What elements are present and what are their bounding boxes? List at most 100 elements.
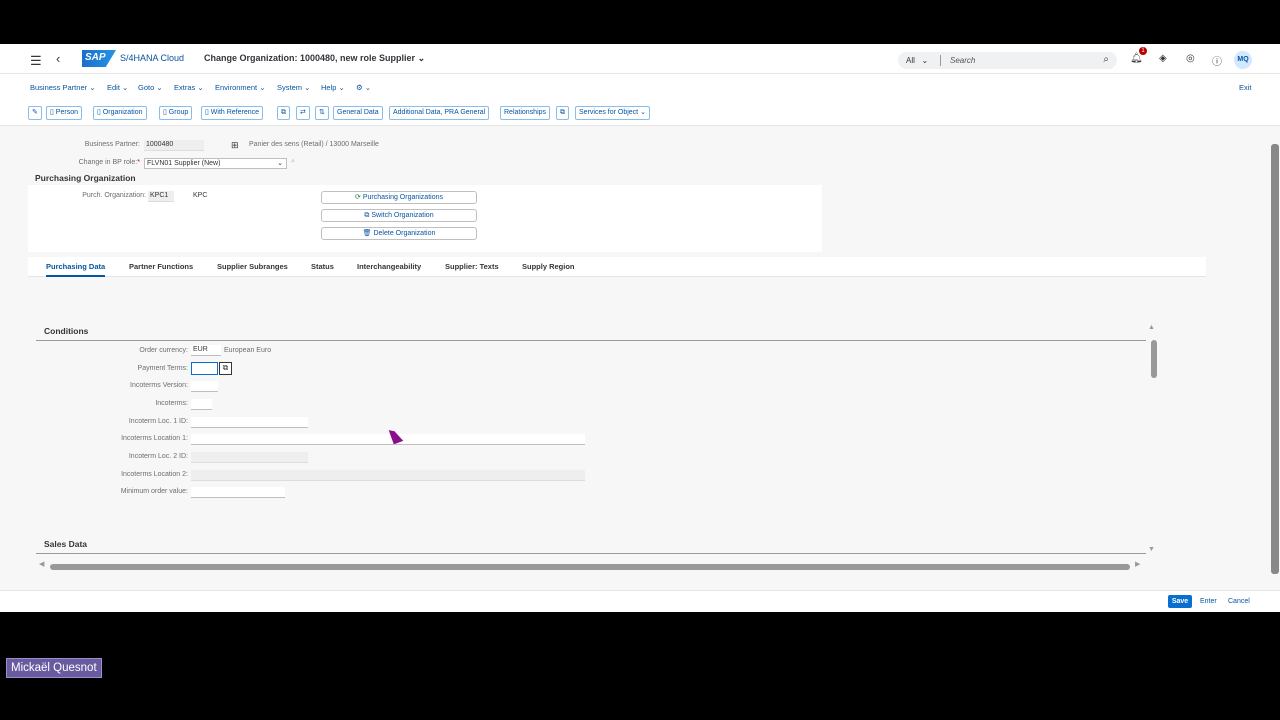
scroll-up-icon[interactable]: ▲: [1148, 324, 1155, 331]
purch-org-label: Purch. Organization:: [82, 192, 146, 199]
settings-gear-icon[interactable]: ⚙ ⌄: [356, 83, 371, 92]
purch-org-name: KPC: [193, 192, 208, 199]
inco-loc2-id-field: [191, 452, 308, 463]
tab-strip: Purchasing Data Partner Functions Suppli…: [28, 257, 1206, 277]
conditions-title: Conditions: [44, 326, 89, 336]
sales-data-title: Sales Data: [44, 539, 87, 549]
app-title[interactable]: Change Organization: 1000480, new role S…: [204, 53, 425, 64]
sap-logo[interactable]: SAP: [82, 50, 116, 67]
menu-help[interactable]: Help ⌄: [321, 83, 345, 92]
scroll-left-icon[interactable]: ◀: [39, 560, 44, 568]
lightbulb-icon[interactable]: ◈: [1159, 53, 1167, 64]
role-label: Change in BP role:*: [78, 159, 140, 166]
min-order-label: Minimum order value:: [120, 488, 188, 495]
create-group-button[interactable]: ▯ Group: [159, 106, 193, 120]
switch-view-icon[interactable]: ⇅: [315, 106, 329, 120]
enter-button[interactable]: Enter: [1200, 598, 1217, 605]
search-icon[interactable]: ⌕: [1103, 54, 1109, 65]
services-for-object-button[interactable]: Services for Object ⌄: [575, 106, 650, 120]
order-currency-desc: European Euro: [224, 347, 272, 354]
inco-loc1-label: Incoterms Location 1:: [121, 435, 188, 442]
bp-role-select[interactable]: FLVN01 Supplier (New) ⌄: [144, 158, 287, 169]
menu-edit[interactable]: Edit ⌄: [107, 83, 128, 92]
help-icon[interactable]: ⓘ: [1212, 53, 1222, 68]
avatar[interactable]: MQ: [1234, 51, 1252, 69]
back-icon[interactable]: ‹: [56, 51, 60, 66]
search-input[interactable]: Search: [950, 56, 975, 65]
create-person-button[interactable]: ▯ Person: [46, 106, 82, 120]
tab-supplier-subranges[interactable]: Supplier Subranges: [217, 262, 288, 271]
tab-partner-functions[interactable]: Partner Functions: [129, 262, 193, 271]
sap-gui-frame: ☰ ‹ SAP S/4HANA Cloud Change Organizatio…: [0, 44, 1280, 612]
footer-bar: Save Enter Cancel: [0, 590, 1280, 612]
org-type-icon: ⊞: [231, 140, 239, 150]
tab-purchasing-data[interactable]: Purchasing Data: [46, 262, 106, 277]
menu-icon[interactable]: ☰: [30, 53, 42, 69]
incoterms-label: Incoterms:: [155, 400, 188, 407]
presenter-name-label: Mickaël Quesnot: [6, 658, 102, 678]
application-toolbar: ✎ ▯ Person ▯ Organization ▯ Group ▯ With…: [0, 102, 1280, 126]
purchasing-organization-panel: Purchasing Organization Purch. Organizat…: [28, 171, 822, 252]
menu-environment[interactable]: Environment ⌄: [215, 83, 265, 92]
menu-business-partner[interactable]: Business Partner ⌄: [30, 83, 96, 92]
incoterms-version-field[interactable]: [191, 381, 218, 392]
inco-loc1-id-field[interactable]: [191, 417, 308, 428]
general-data-button[interactable]: General Data: [333, 106, 383, 120]
shell-bar: ☰ ‹ SAP S/4HANA Cloud Change Organizatio…: [0, 44, 1280, 74]
save-button[interactable]: Save: [1168, 595, 1192, 608]
switch-organization-button[interactable]: ⧉ Switch Organization: [321, 209, 477, 222]
conditions-section: Conditions Order currency: EUR European …: [36, 277, 1156, 519]
search-scope[interactable]: All ⌄: [906, 56, 928, 65]
panel-header: [28, 171, 822, 185]
delete-organization-button[interactable]: 🗑︎ Delete Organization: [321, 227, 477, 240]
tab-supplier-texts[interactable]: Supplier: Texts: [445, 262, 499, 271]
relationships-button[interactable]: Relationships: [500, 106, 551, 120]
inco-loc1-field[interactable]: [191, 434, 585, 445]
role-search-icon[interactable]: ⌕: [291, 158, 295, 166]
where-used-icon[interactable]: ⇄: [296, 106, 310, 120]
inco-loc2-field: [191, 470, 585, 481]
create-organization-button[interactable]: ▯ Organization: [93, 106, 147, 120]
incoterms-field[interactable]: [191, 399, 212, 410]
payment-terms-field[interactable]: [191, 362, 218, 375]
menu-bar: Business Partner ⌄ Edit ⌄ Goto ⌄ Extras …: [0, 74, 1280, 102]
conditions-divider: [36, 340, 1146, 341]
display-change-icon[interactable]: ✎: [28, 106, 42, 120]
section-vertical-scrollbar[interactable]: [1151, 340, 1157, 378]
bp-label: Business Partner:: [84, 141, 140, 148]
scroll-down-icon[interactable]: ▼: [1148, 546, 1155, 553]
menu-extras[interactable]: Extras ⌄: [174, 83, 204, 92]
product-name: S/4HANA Cloud: [120, 53, 185, 63]
with-reference-button[interactable]: ▯ With Reference: [201, 106, 264, 120]
min-order-field[interactable]: [191, 487, 285, 498]
exit-button[interactable]: Exit: [1239, 83, 1252, 92]
scroll-right-icon[interactable]: ▶: [1135, 560, 1140, 568]
tab-supply-region[interactable]: Supply Region: [522, 262, 575, 271]
sales-data-divider: [36, 553, 1146, 554]
purchasing-organizations-button[interactable]: ⟳ Purchasing Organizations: [321, 191, 477, 204]
copy-icon[interactable]: ⧉: [556, 106, 569, 120]
bp-number-field: 1000480: [144, 140, 204, 151]
page-vertical-scrollbar[interactable]: [1271, 144, 1279, 574]
purch-org-code: KPC1: [148, 191, 174, 202]
panel-title: Purchasing Organization: [35, 173, 136, 183]
value-help-icon[interactable]: ⧉: [219, 362, 232, 375]
search-divider: [940, 55, 941, 66]
menu-goto[interactable]: Goto ⌄: [138, 83, 163, 92]
cancel-button[interactable]: Cancel: [1228, 598, 1250, 605]
other-bp-icon[interactable]: ⧉: [277, 106, 290, 120]
menu-system[interactable]: System ⌄: [277, 83, 310, 92]
inco-loc2-id-label: Incoterm Loc. 2 ID:: [128, 453, 188, 460]
order-currency-field[interactable]: EUR: [191, 345, 221, 356]
additional-data-button[interactable]: Additional Data, PRA General: [389, 106, 490, 120]
order-currency-label: Order currency:: [139, 347, 188, 354]
bp-description: Panier des sens (Retail) / 13000 Marseil…: [249, 141, 379, 148]
inco-loc2-label: Incoterms Location 2:: [121, 471, 188, 478]
horizontal-scrollbar[interactable]: [50, 564, 1130, 570]
headset-icon[interactable]: ◎: [1186, 53, 1195, 64]
incoterms-version-label: Incoterms Version:: [130, 382, 188, 389]
tab-interchangeability[interactable]: Interchangeability: [357, 262, 421, 271]
notification-badge: 1: [1139, 47, 1147, 55]
search-field[interactable]: All ⌄ Search ⌕: [898, 52, 1117, 69]
tab-status[interactable]: Status: [311, 262, 334, 271]
